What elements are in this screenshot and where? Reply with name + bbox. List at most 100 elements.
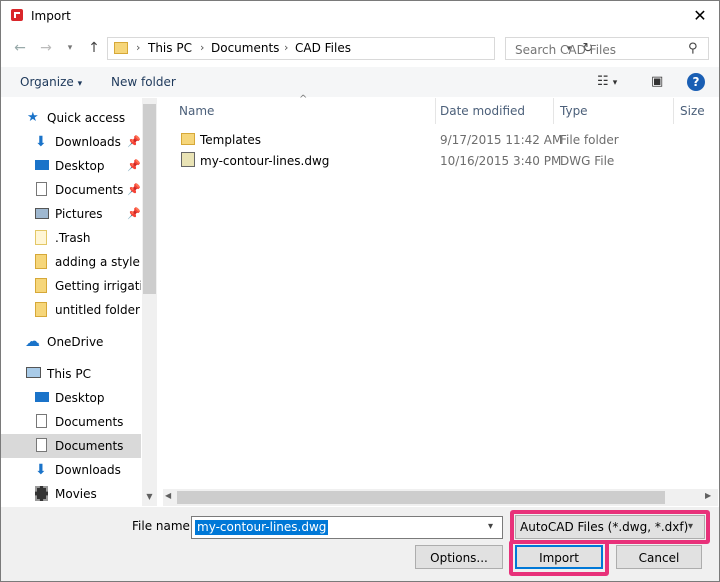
file-name-field[interactable]: my-contour-lines.dwg ▾ bbox=[191, 516, 503, 539]
table-row[interactable]: Templates 9/17/2015 11:42 AM File folder bbox=[175, 130, 715, 150]
file-list-horizontal-scrollbar[interactable]: ◀ ▶ bbox=[163, 489, 718, 506]
up-arrow-icon[interactable]: ↑ bbox=[85, 39, 103, 57]
options-button[interactable]: Options... bbox=[415, 545, 503, 569]
download-arrow-icon: ⬇ bbox=[35, 462, 47, 478]
scrollbar-thumb[interactable] bbox=[177, 491, 665, 504]
chevron-right-icon: › bbox=[136, 41, 141, 54]
search-icon[interactable]: ⚲ bbox=[688, 41, 704, 57]
sidebar-item-trash[interactable]: .Trash bbox=[1, 226, 141, 250]
search-box[interactable]: ⚲ bbox=[505, 37, 709, 61]
new-folder-button[interactable]: New folder bbox=[111, 75, 176, 89]
sidebar-item-label: .Trash bbox=[55, 231, 91, 245]
folder-icon bbox=[35, 278, 47, 293]
folder-icon bbox=[35, 230, 47, 245]
sidebar-item-adding-a-style[interactable]: adding a style in bbox=[1, 250, 141, 274]
chevron-right-icon: › bbox=[200, 41, 205, 54]
view-options-icon[interactable]: ☷ ▾ bbox=[597, 73, 617, 91]
sidebar-scrollbar[interactable]: ▼ bbox=[142, 98, 157, 506]
pin-icon: 📌 bbox=[127, 135, 141, 148]
column-divider[interactable] bbox=[673, 98, 674, 124]
column-divider[interactable] bbox=[435, 98, 436, 124]
sidebar-item-label: Getting irrigation bbox=[55, 279, 141, 293]
back-arrow-icon[interactable]: ← bbox=[11, 39, 29, 57]
sidebar-item-pc-desktop[interactable]: Desktop bbox=[1, 386, 141, 410]
title-bar: Import ✕ bbox=[1, 1, 719, 32]
sidebar-item-label: adding a style in bbox=[55, 255, 141, 269]
help-icon[interactable]: ? bbox=[687, 73, 705, 91]
sidebar-item-documents[interactable]: Documents 📌 bbox=[1, 178, 141, 202]
chevron-down-icon: ▾ bbox=[688, 521, 694, 532]
scroll-left-arrow-icon[interactable]: ◀ bbox=[165, 491, 171, 500]
sidebar-item-label: OneDrive bbox=[47, 335, 104, 349]
desktop-icon bbox=[35, 392, 49, 402]
file-type-filter-select[interactable]: AutoCAD Files (*.dwg, *.dxf) ▾ bbox=[515, 515, 705, 539]
file-name-input[interactable]: my-contour-lines.dwg bbox=[195, 520, 329, 535]
cancel-button[interactable]: Cancel bbox=[616, 545, 702, 569]
column-divider[interactable] bbox=[553, 98, 554, 124]
chevron-right-icon: › bbox=[284, 41, 289, 54]
sidebar-item-desktop[interactable]: Desktop 📌 bbox=[1, 154, 141, 178]
scroll-down-arrow-icon[interactable]: ▼ bbox=[142, 490, 157, 504]
sidebar-item-untitled-folder[interactable]: untitled folder bbox=[1, 298, 141, 322]
search-input[interactable] bbox=[506, 38, 697, 61]
file-type-filter-value: AutoCAD Files (*.dwg, *.dxf) bbox=[520, 520, 689, 534]
sidebar-item-movies[interactable]: Movies bbox=[1, 482, 141, 506]
command-bar: Organize ▾ New folder ☷ ▾ ▣ bbox=[1, 67, 719, 97]
organize-menu[interactable]: Organize ▾ bbox=[20, 75, 82, 89]
sidebar-item-pc-documents-selected[interactable]: Documents bbox=[1, 434, 141, 458]
recent-locations-chevron-icon[interactable]: ▾ bbox=[61, 39, 79, 57]
column-header-name[interactable]: Name bbox=[179, 104, 214, 118]
folder-icon bbox=[114, 42, 128, 54]
close-icon[interactable]: ✕ bbox=[689, 5, 711, 27]
preview-pane-icon[interactable]: ▣ bbox=[651, 73, 663, 91]
file-name: my-contour-lines.dwg bbox=[200, 154, 330, 168]
sidebar-item-pictures[interactable]: Pictures 📌 bbox=[1, 202, 141, 226]
file-date: 9/17/2015 11:42 AM bbox=[440, 133, 563, 147]
breadcrumb-this-pc[interactable]: This PC bbox=[148, 41, 192, 55]
sidebar-item-onedrive[interactable]: ☁ OneDrive bbox=[1, 330, 141, 354]
sidebar-item-label: Quick access bbox=[47, 111, 126, 125]
navigation-pane: ★ Quick access ⬇ Downloads 📌 Desktop 📌 D… bbox=[1, 98, 158, 506]
sidebar-item-pc-documents[interactable]: Documents bbox=[1, 410, 141, 434]
picture-icon bbox=[35, 208, 49, 219]
sidebar-item-label: Documents bbox=[55, 439, 124, 453]
download-arrow-icon: ⬇ bbox=[35, 134, 47, 150]
sidebar-item-label: Documents bbox=[55, 415, 124, 429]
forward-arrow-icon[interactable]: → bbox=[37, 39, 55, 57]
organize-label: Organize bbox=[20, 75, 74, 89]
folder-icon bbox=[181, 133, 195, 145]
breadcrumb-cad-files[interactable]: CAD Files bbox=[295, 41, 351, 55]
scrollbar-thumb[interactable] bbox=[143, 104, 156, 294]
breadcrumb-documents[interactable]: Documents bbox=[211, 41, 279, 55]
address-bar[interactable]: › This PC › Documents › CAD Files ▾ ↻ bbox=[107, 37, 593, 60]
sidebar-item-label: untitled folder bbox=[55, 303, 140, 317]
sidebar-item-getting-irrigation[interactable]: Getting irrigation bbox=[1, 274, 141, 298]
sidebar-item-downloads[interactable]: ⬇ Downloads 📌 bbox=[1, 130, 141, 154]
sidebar-item-label: Desktop bbox=[55, 159, 105, 173]
sidebar-item-this-pc[interactable]: This PC bbox=[1, 362, 141, 386]
sidebar-item-label: Downloads bbox=[55, 463, 121, 477]
chevron-down-icon: ▾ bbox=[77, 79, 83, 89]
column-header-type[interactable]: Type bbox=[560, 104, 588, 118]
sidebar-item-label: Desktop bbox=[55, 391, 105, 405]
scroll-right-arrow-icon[interactable]: ▶ bbox=[705, 491, 711, 500]
sidebar-item-label: Pictures bbox=[55, 207, 103, 221]
file-type: File folder bbox=[560, 133, 619, 147]
sort-ascending-icon: ^ bbox=[299, 94, 308, 105]
document-icon bbox=[36, 414, 47, 428]
folder-icon bbox=[35, 302, 47, 317]
film-icon bbox=[35, 486, 48, 501]
computer-icon bbox=[26, 367, 41, 378]
sidebar-item-pc-downloads[interactable]: ⬇ Downloads bbox=[1, 458, 141, 482]
column-header-size[interactable]: Size bbox=[680, 104, 705, 118]
sidebar-item-label: Movies bbox=[55, 487, 97, 501]
column-header-date-modified[interactable]: Date modified bbox=[440, 104, 525, 118]
chevron-down-icon[interactable]: ▾ bbox=[488, 521, 493, 532]
import-button[interactable]: Import bbox=[515, 545, 603, 569]
sidebar-item-label: Downloads bbox=[55, 135, 121, 149]
window-title: Import bbox=[31, 9, 71, 23]
table-row[interactable]: my-contour-lines.dwg 10/16/2015 3:40 PM … bbox=[175, 151, 715, 171]
sidebar-item-quick-access[interactable]: ★ Quick access bbox=[1, 106, 141, 130]
document-icon bbox=[36, 182, 47, 196]
file-list: ^ Name Date modified Type Size Templates… bbox=[159, 94, 719, 506]
